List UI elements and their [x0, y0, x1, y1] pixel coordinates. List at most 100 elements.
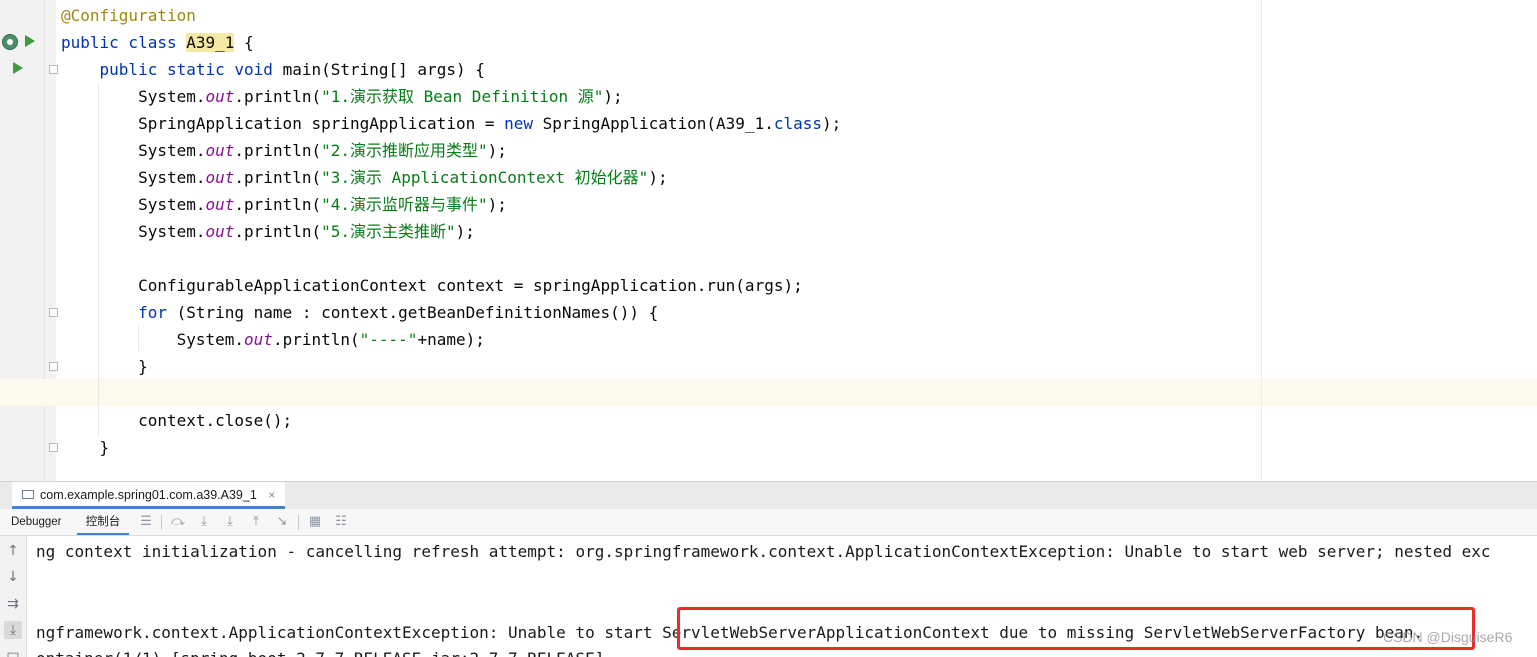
console-gutter: ↑ ↓ ⇉ ⤓ ▭ [0, 536, 27, 657]
soft-wrap-icon[interactable]: ⇉ [4, 595, 22, 613]
run-config-tab-label: com.example.spring01.com.a39.A39_1 [40, 488, 257, 502]
code-editor[interactable]: @Configuration public class A39_1 { publi… [0, 0, 1537, 481]
code-line: System.out.println("5.演示主类推断"); [61, 218, 475, 245]
code-token: "4.演示监听器与事件" [321, 195, 488, 214]
code-token: out [205, 168, 235, 187]
tab-debugger[interactable]: Debugger [11, 509, 62, 535]
fold-toggle-icon[interactable] [49, 362, 58, 371]
code-token: System. [61, 87, 206, 106]
code-token: .println( [234, 141, 322, 160]
run-main-icon[interactable] [13, 62, 23, 74]
code-token: .println( [234, 195, 322, 214]
code-token: public static void [61, 60, 283, 79]
run-to-cursor-icon[interactable]: ↘ [275, 515, 289, 529]
code-token: { [234, 33, 254, 52]
code-token: .println( [272, 330, 360, 349]
code-line: ConfigurableApplicationContext context =… [61, 272, 803, 299]
code-token: System. [61, 168, 206, 187]
print-icon[interactable]: ▭ [4, 646, 22, 657]
fold-toggle-icon[interactable] [49, 443, 58, 452]
layout-menu-icon[interactable]: ☰ [139, 515, 153, 529]
error-highlight-box [677, 607, 1475, 650]
code-line: @Configuration [61, 2, 196, 29]
code-token: ConfigurableApplicationContext context =… [61, 276, 803, 295]
code-token: System. [61, 222, 206, 241]
code-line: SpringApplication springApplication = ne… [61, 110, 841, 137]
code-token: ); [648, 168, 668, 187]
tab-console[interactable]: 控制台 [77, 509, 129, 535]
current-line-highlight [0, 379, 1537, 406]
console-line: ng context initialization - cancelling r… [36, 542, 1491, 561]
code-line: } [61, 353, 148, 380]
code-token: System. [61, 141, 206, 160]
code-token: +name); [417, 330, 485, 349]
code-token: } [61, 438, 110, 457]
code-token: @Configuration [61, 6, 196, 25]
scroll-down-icon[interactable]: ↓ [4, 568, 22, 586]
code-token: "----" [359, 330, 418, 349]
code-token: "1.演示获取 Bean Definition 源" [321, 87, 604, 106]
code-line: context.close(); [61, 407, 292, 434]
close-icon[interactable]: × [268, 488, 275, 502]
watermark: CSDN @DisguiseR6 [1383, 629, 1513, 645]
fold-column [44, 0, 45, 481]
fold-toggle-icon[interactable] [49, 308, 58, 317]
trace-settings-icon[interactable]: ☷ [334, 515, 348, 529]
code-token: ); [487, 195, 507, 214]
code-token: .println( [234, 87, 322, 106]
show-execution-point-icon[interactable]: ⤼ [171, 515, 185, 529]
code-token: .println( [234, 222, 322, 241]
code-token: A39_1 [186, 33, 235, 52]
code-line: } [61, 434, 110, 461]
code-token: out [205, 141, 235, 160]
run-tab-bar: com.example.spring01.com.a39.A39_1 × [0, 481, 1537, 509]
code-line: for (String name : context.getBeanDefini… [61, 299, 658, 326]
code-line: System.out.println("2.演示推断应用类型"); [61, 137, 507, 164]
scroll-to-end-icon[interactable]: ⤓ [4, 621, 22, 639]
code-token: out [205, 222, 235, 241]
code-token: "2.演示推断应用类型" [321, 141, 488, 160]
code-token: out [205, 195, 235, 214]
evaluate-expression-icon[interactable]: ▦ [308, 515, 322, 529]
code-token: public class [61, 33, 187, 52]
code-token: SpringApplication(A39_1. [533, 114, 774, 133]
code-token: "5.演示主类推断" [321, 222, 456, 241]
code-line: System.out.println("3.演示 ApplicationCont… [61, 164, 668, 191]
spring-bean-icon[interactable] [2, 34, 18, 50]
step-into-icon[interactable]: ⤓ [223, 515, 237, 529]
code-token: class [773, 114, 823, 133]
code-token: SpringApplication springApplication = [61, 114, 505, 133]
toolbar-divider [298, 515, 299, 530]
code-line: System.out.println("----"+name); [61, 326, 485, 353]
run-config-icon [22, 490, 34, 499]
code-line: System.out.println("1.演示获取 Bean Definiti… [61, 83, 623, 110]
code-token: ); [487, 141, 507, 160]
run-config-tab[interactable]: com.example.spring01.com.a39.A39_1 × [12, 482, 286, 509]
code-token: "3.演示 ApplicationContext 初始化器" [321, 168, 649, 187]
code-token: out [244, 330, 273, 349]
code-token: } [61, 357, 148, 376]
code-line: public static void main(String[] args) { [61, 56, 485, 83]
right-margin-guide [1261, 0, 1262, 481]
code-token: ); [603, 87, 623, 106]
code-token: context.close(); [61, 411, 293, 430]
editor-gutter [0, 0, 56, 481]
fold-toggle-icon[interactable] [49, 65, 58, 74]
debug-toolbar: Debugger 控制台 ☰ ⤼ ⤓ ⤓ ⤒ ↘ ▦ ☷ [0, 509, 1537, 536]
code-token: System. [61, 195, 206, 214]
step-out-icon[interactable]: ⤒ [249, 515, 263, 529]
scroll-up-icon[interactable]: ↑ [4, 542, 22, 560]
code-line: System.out.println("4.演示监听器与事件"); [61, 191, 507, 218]
code-token: System. [61, 330, 245, 349]
code-token: out [205, 87, 235, 106]
code-token: new [504, 114, 534, 133]
step-over-icon[interactable]: ⤓ [197, 515, 211, 529]
run-class-icon[interactable] [25, 35, 35, 47]
code-token: (String name : context.getBeanDefinition… [166, 303, 659, 322]
code-token: for [138, 303, 167, 322]
code-token: ); [822, 114, 842, 133]
toolbar-divider [161, 515, 162, 530]
code-token: ); [455, 222, 475, 241]
code-line: public class A39_1 { [61, 29, 254, 56]
